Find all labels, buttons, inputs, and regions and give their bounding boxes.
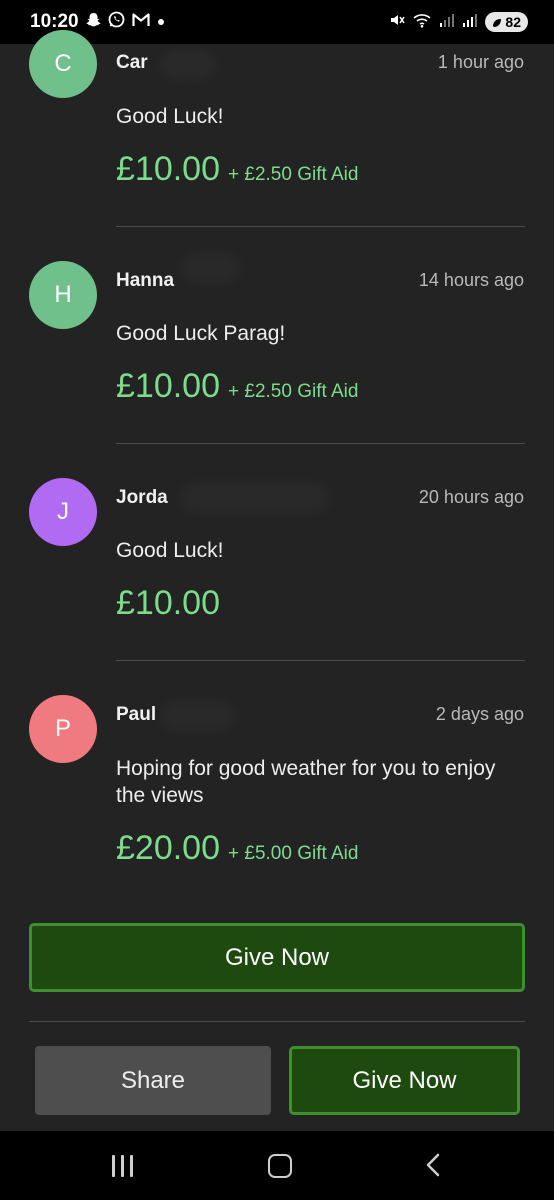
battery-saver-icon — [493, 18, 502, 27]
home-icon[interactable] — [268, 1154, 292, 1178]
donation-amount: £10.00 — [116, 367, 220, 405]
battery-indicator: 82 — [485, 12, 528, 32]
give-now-button[interactable]: Give Now — [29, 923, 525, 992]
give-now-label: Give Now — [224, 943, 330, 971]
avatar-initial: H — [54, 281, 72, 308]
amount-line: £10.00 + £2.50 Gift Aid — [116, 367, 358, 406]
share-label: Share — [120, 1066, 186, 1094]
donor-name: Paul — [116, 704, 157, 725]
divider — [116, 443, 525, 444]
navigation-bar — [0, 1131, 554, 1200]
donation-message: Good Luck Parag! — [116, 322, 286, 345]
recents-icon[interactable] — [112, 1155, 138, 1177]
donation-time: 2 days ago — [435, 704, 524, 724]
donation-message: Good Luck! — [116, 105, 224, 128]
give-now-footer-label: Give Now — [352, 1066, 457, 1094]
donor-name: Car — [116, 52, 148, 73]
signal-icon — [439, 13, 455, 32]
donation-message: Hoping for good weather for you to enjoy… — [116, 757, 496, 807]
redacted-name — [180, 483, 330, 513]
gift-aid: + £2.50 Gift Aid — [228, 164, 359, 185]
donation-amount: £10.00 — [116, 584, 220, 622]
donor-name: Hanna — [116, 270, 175, 291]
redacted-name — [180, 253, 240, 283]
avatar: J — [29, 478, 97, 546]
donation-message: Good Luck! — [116, 539, 224, 562]
donation-item: C Car 1 hour ago Good Luck! £10.00 + £2.… — [0, 30, 554, 260]
divider — [29, 1021, 525, 1022]
whatsapp-icon — [108, 11, 125, 33]
mute-icon — [389, 12, 406, 33]
donation-time: 20 hours ago — [418, 487, 524, 507]
give-now-footer-button[interactable]: Give Now — [289, 1046, 520, 1115]
avatar: H — [29, 261, 97, 329]
status-right: 82 — [389, 12, 528, 33]
avatar-initial: J — [57, 498, 69, 525]
gmail-icon — [132, 12, 150, 32]
avatar: P — [29, 695, 97, 763]
status-time: 10:20 — [30, 11, 79, 32]
donation-time: 1 hour ago — [437, 52, 524, 72]
status-left: 10:20 — [30, 11, 165, 33]
redacted-name — [160, 701, 236, 731]
snapchat-icon — [86, 12, 101, 33]
battery-level: 82 — [505, 14, 521, 30]
dot-icon — [157, 13, 165, 31]
donation-item: H Hanna 14 hours ago Good Luck Parag! £1… — [0, 261, 554, 477]
donation-amount: £20.00 — [116, 829, 220, 867]
donation-time: 14 hours ago — [418, 270, 524, 290]
donation-item: P Paul 2 days ago Hoping for good weathe… — [0, 695, 554, 911]
donor-name: Jorda — [116, 487, 168, 508]
avatar: C — [29, 30, 97, 98]
gift-aid: + £2.50 Gift Aid — [228, 381, 359, 402]
amount-line: £20.00 + £5.00 Gift Aid — [116, 829, 358, 868]
divider — [116, 660, 525, 661]
back-icon[interactable] — [424, 1153, 442, 1182]
divider — [116, 226, 525, 227]
donation-amount: £10.00 — [116, 150, 220, 188]
share-button[interactable]: Share — [35, 1046, 271, 1115]
wifi-icon — [412, 12, 432, 33]
donation-item: J Jorda 20 hours ago Good Luck! £10.00 — [0, 478, 554, 694]
gift-aid: + £5.00 Gift Aid — [228, 843, 359, 864]
amount-line: £10.00 + £2.50 Gift Aid — [116, 150, 358, 189]
avatar-initial: C — [54, 50, 72, 77]
avatar-initial: P — [54, 715, 71, 742]
amount-line: £10.00 — [116, 584, 228, 623]
redacted-name — [160, 50, 216, 80]
signal-icon — [462, 13, 478, 32]
